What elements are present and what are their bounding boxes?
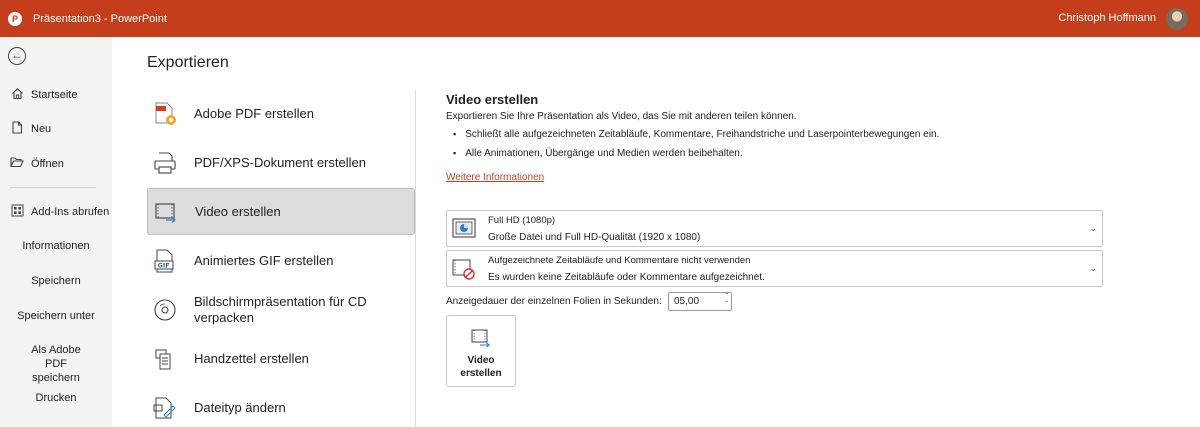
- sidebar-item-label: Startseite: [31, 89, 78, 101]
- window-title: Präsentation3 - PowerPoint: [33, 12, 167, 25]
- sidebar-item-adobe-pdf-speichern[interactable]: Als Adobe PDF speichern: [0, 343, 112, 385]
- monitor-icon: [451, 216, 477, 242]
- slide-duration-label: Anzeigedauer der einzelnen Folien in Sek…: [446, 296, 662, 307]
- video-icon: [470, 328, 492, 348]
- title-bar: P Präsentation3 - PowerPoint Christoph H…: [0, 0, 1200, 37]
- export-item-pdf-xps[interactable]: PDF/XPS-Dokument erstellen: [147, 139, 415, 186]
- handout-icon: [152, 346, 178, 372]
- panel-title: Video erstellen: [446, 92, 539, 107]
- quality-dropdown-value: Full HD (1080p): [488, 215, 556, 226]
- timing-dropdown-value: Aufgezeichnete Zeitabläufe und Kommentar…: [488, 255, 751, 266]
- folder-open-icon: [10, 156, 24, 171]
- no-timings-icon: [451, 256, 477, 282]
- quality-dropdown-description: Große Datei und Full HD-Qualität (1920 x…: [488, 232, 701, 243]
- panel-bullet: Schließt alle aufgezeichneten Zeitabläuf…: [453, 129, 939, 140]
- create-video-button[interactable]: Video erstellen: [446, 315, 516, 387]
- sidebar-item-label: Speichern: [31, 275, 81, 287]
- change-filetype-icon: [152, 395, 178, 421]
- sidebar-item-speichern-unter[interactable]: Speichern unter: [0, 309, 112, 323]
- backstage-sidebar: ← Startseite Neu Öffnen Add-Ins abrufen …: [0, 37, 112, 427]
- timing-dropdown[interactable]: Aufgezeichnete Zeitabläufe und Kommentar…: [446, 250, 1103, 287]
- powerpoint-logo-icon: P: [8, 11, 22, 26]
- sidebar-item-speichern[interactable]: Speichern: [0, 274, 112, 288]
- pdf-xps-icon: [152, 150, 178, 176]
- sidebar-item-addins[interactable]: Add-Ins abrufen: [0, 204, 112, 220]
- quality-dropdown[interactable]: Full HD (1080p) Große Datei und Full HD-…: [446, 210, 1103, 247]
- addins-grid-icon: [10, 204, 24, 220]
- export-item-gif[interactable]: GIF Animiertes GIF erstellen: [147, 237, 415, 284]
- sidebar-item-drucken[interactable]: Drucken: [0, 391, 112, 405]
- sidebar-item-label: Informationen: [22, 240, 90, 252]
- sidebar-item-label: Add-Ins abrufen: [31, 206, 110, 218]
- export-item-label: Video erstellen: [195, 203, 281, 219]
- adobe-pdf-icon: [152, 101, 178, 127]
- export-item-handout[interactable]: Handzettel erstellen: [147, 335, 415, 382]
- sidebar-item-label: Neu: [31, 123, 52, 135]
- export-item-cd[interactable]: Bildschirmpräsentation für CD verpacken: [147, 286, 415, 333]
- sidebar-item-label: Drucken: [35, 392, 77, 404]
- chevron-down-icon: ⌄: [1089, 263, 1097, 273]
- sidebar-item-label: Als Adobe PDF speichern: [31, 344, 81, 384]
- panel-bullet: Alle Animationen, Übergänge und Medien w…: [453, 148, 742, 159]
- sidebar-item-label: Öffnen: [31, 157, 64, 170]
- panel-description: Exportieren Sie Ihre Präsentation als Vi…: [446, 111, 797, 122]
- back-arrow-icon[interactable]: ←: [8, 47, 26, 65]
- sidebar-item-informationen[interactable]: Informationen: [0, 239, 112, 253]
- export-item-video[interactable]: Video erstellen: [147, 188, 415, 235]
- slide-duration-input[interactable]: 05,00 ˆˇ: [668, 292, 732, 311]
- sidebar-item-startseite[interactable]: Startseite: [0, 87, 112, 103]
- export-item-label: Animiertes GIF erstellen: [194, 252, 334, 268]
- sidebar-item-label: Speichern unter: [17, 310, 95, 322]
- svg-text:GIF: GIF: [158, 261, 170, 269]
- page-title: Exportieren: [147, 54, 229, 71]
- user-name[interactable]: Christoph Hoffmann: [1058, 12, 1156, 24]
- video-icon: [153, 199, 179, 225]
- sidebar-divider: [10, 187, 96, 188]
- avatar[interactable]: [1166, 8, 1188, 30]
- new-document-icon: [10, 121, 24, 137]
- export-item-label: Dateityp ändern: [194, 399, 286, 415]
- cd-icon: [152, 297, 178, 323]
- more-info-link[interactable]: Weitere Informationen: [446, 172, 544, 183]
- spinner-arrows-icon[interactable]: ˆˇ: [725, 293, 728, 309]
- export-item-change-filetype[interactable]: Dateityp ändern: [147, 384, 415, 427]
- export-item-label: PDF/XPS-Dokument erstellen: [194, 154, 366, 170]
- create-video-button-label: Video erstellen: [460, 355, 502, 379]
- panel-divider: [415, 90, 416, 427]
- chevron-down-icon: ⌄: [1089, 223, 1097, 233]
- export-item-label: Handzettel erstellen: [194, 350, 309, 366]
- sidebar-item-oeffnen[interactable]: Öffnen: [0, 156, 112, 171]
- sidebar-item-neu[interactable]: Neu: [0, 121, 112, 137]
- slide-duration-value: 05,00: [674, 296, 700, 307]
- home-icon: [10, 87, 24, 103]
- timing-dropdown-description: Es wurden keine Zeitabläufe oder Komment…: [488, 272, 765, 283]
- export-item-adobe-pdf[interactable]: Adobe PDF erstellen: [147, 90, 415, 137]
- export-item-label: Bildschirmpräsentation für CD verpacken: [194, 293, 367, 325]
- gif-icon: GIF: [152, 248, 178, 274]
- export-item-label: Adobe PDF erstellen: [194, 105, 314, 121]
